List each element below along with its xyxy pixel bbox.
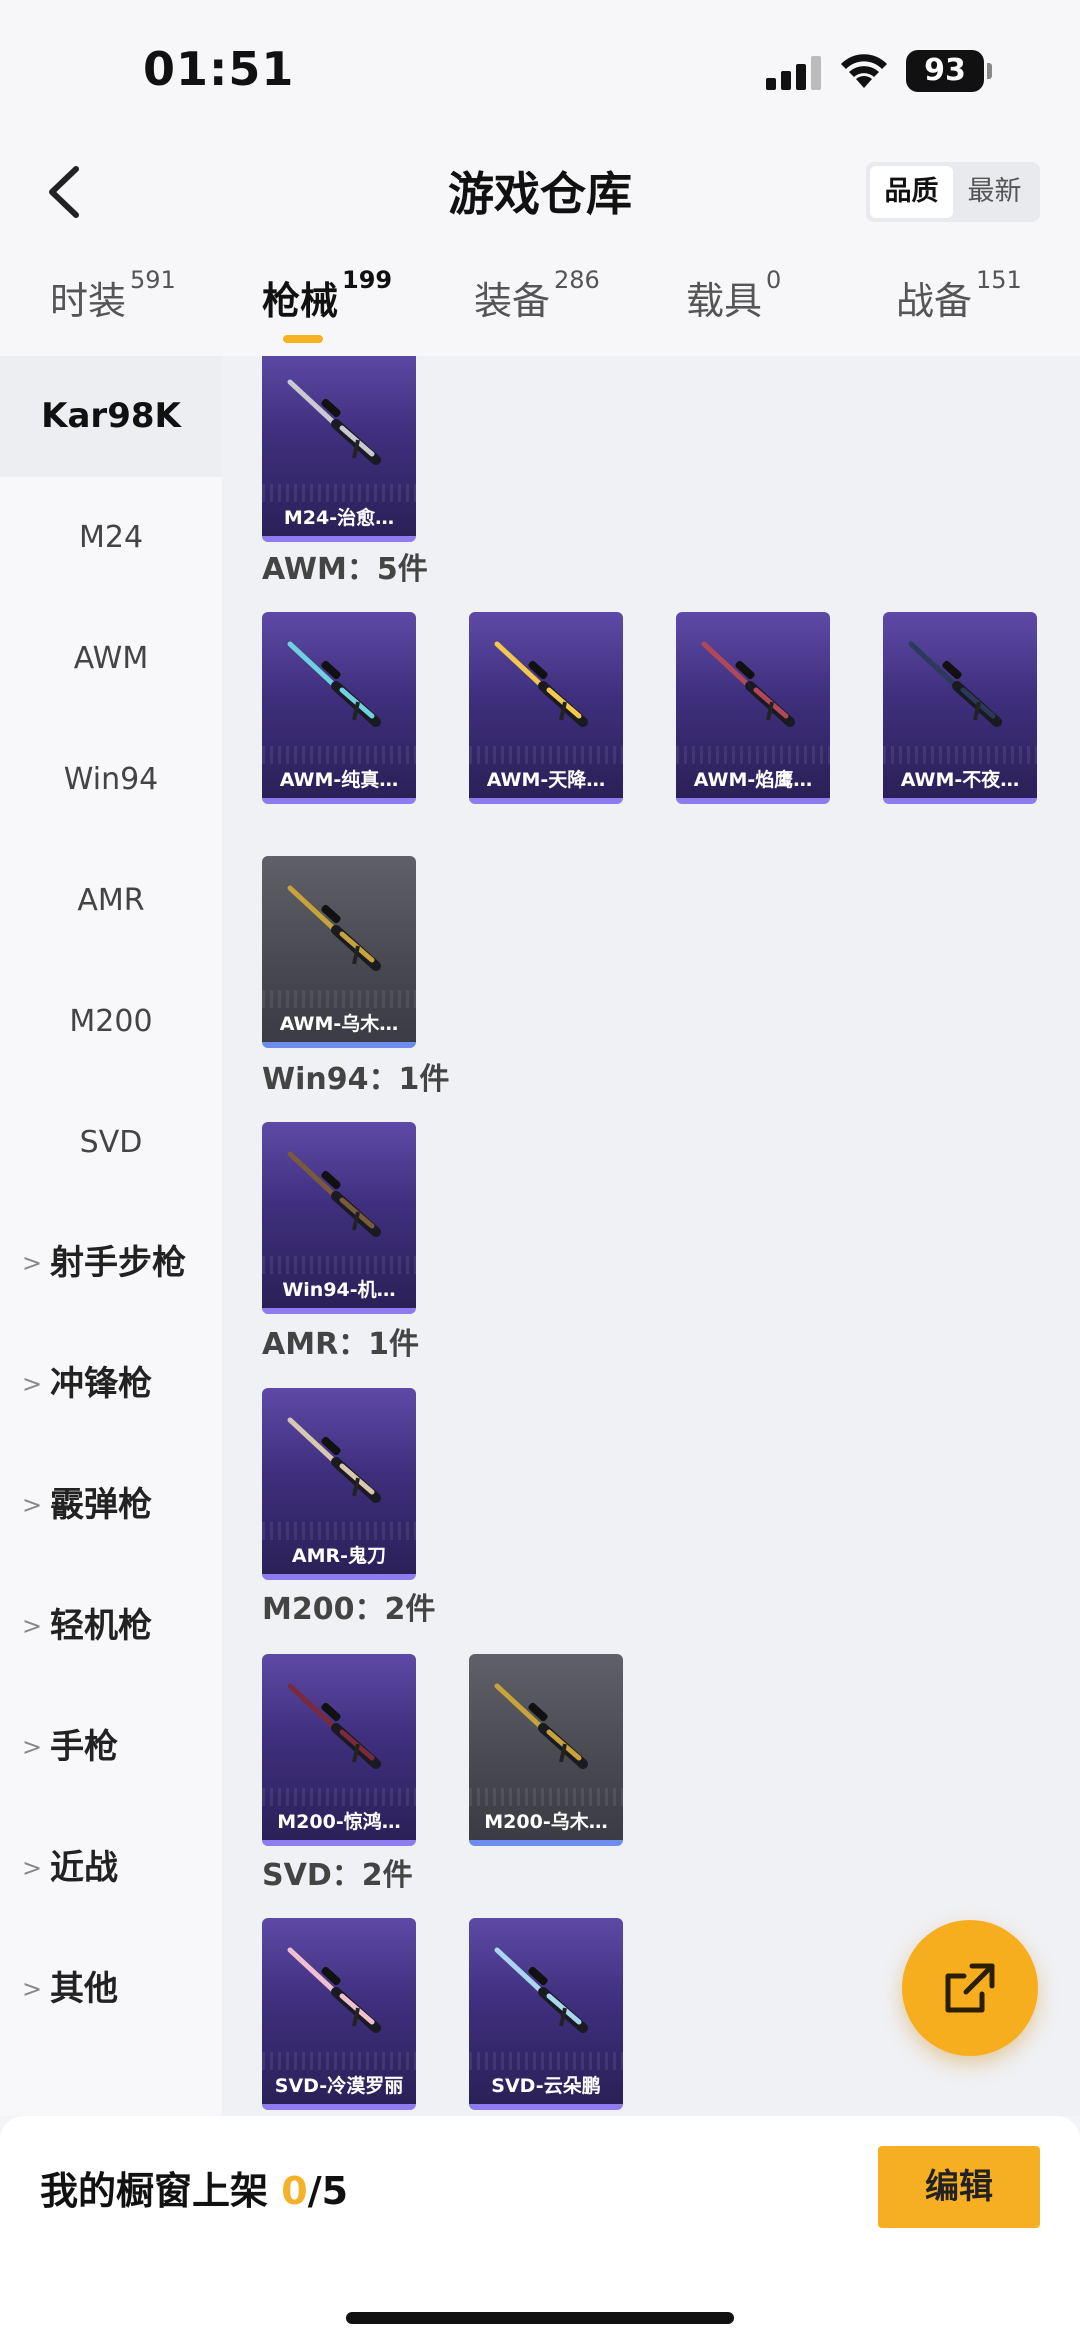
rifle-icon xyxy=(494,1683,588,1769)
weapon-skin-name: AWM-天降… xyxy=(486,769,606,791)
weapon-skin-card[interactable]: Win94-机… xyxy=(262,1122,416,1314)
rifle-icon xyxy=(701,641,795,727)
sidebar-item-awm[interactable]: AWM xyxy=(0,598,222,719)
card-pattern xyxy=(262,1256,416,1274)
inventory-grid: M24-治愈… AWM：5件 AWM-纯真… AWM-天降… AWM-焰鹰… AWM-不夜… xyxy=(222,356,1080,2116)
rifle-icon xyxy=(287,885,381,971)
weapon-skin-card[interactable]: AWM-天降… xyxy=(469,612,623,804)
chevron-right-icon: > xyxy=(22,1491,43,1519)
rifle-icon xyxy=(494,641,588,727)
sidebar: Kar98K M24 AWM Win94 AMR M200 SVD > 射手步枪 … xyxy=(0,356,222,2116)
battery-icon: 93 xyxy=(906,50,992,92)
card-pattern xyxy=(469,2052,623,2070)
card-pattern xyxy=(262,1788,416,1806)
weapon-skin-name: AWM-焰鹰… xyxy=(693,769,813,791)
active-tab-indicator xyxy=(283,335,323,343)
chevron-right-icon: > xyxy=(22,1975,43,2003)
chevron-right-icon: > xyxy=(22,1612,43,1640)
sidebar-item-m200[interactable]: M200 xyxy=(0,961,222,1082)
sidebar-item-m24[interactable]: M24 xyxy=(0,477,222,598)
rifle-icon xyxy=(287,1683,381,1769)
sidebar-group-lmg[interactable]: > 轻机枪 xyxy=(0,1566,222,1687)
card-pattern xyxy=(883,746,1037,764)
tab-equipment[interactable]: 装备 286 xyxy=(474,266,600,325)
tab-supplies[interactable]: 战备 151 xyxy=(896,266,1022,325)
share-button[interactable] xyxy=(902,1920,1038,2056)
card-pattern xyxy=(262,990,416,1008)
cellular-signal-icon xyxy=(766,56,822,90)
rifle-icon xyxy=(908,641,1002,727)
sidebar-item-svd[interactable]: SVD xyxy=(0,1082,222,1203)
sidebar-group-other[interactable]: > 其他 xyxy=(0,1929,222,2050)
card-pattern xyxy=(262,484,416,502)
weapon-skin-name: SVD-云朵鹏 xyxy=(491,2075,601,2097)
weapon-skin-card[interactable]: SVD-云朵鹏 xyxy=(469,1918,623,2110)
showcase-status: 我的橱窗上架 0/5 xyxy=(40,2169,349,2213)
tab-guns[interactable]: 枪械 199 xyxy=(262,266,392,325)
weapon-skin-name: AWM-不夜… xyxy=(900,769,1020,791)
chevron-right-icon: > xyxy=(22,1854,43,1882)
home-indicator xyxy=(346,2312,734,2324)
sidebar-group-shotgun[interactable]: > 霰弹枪 xyxy=(0,1445,222,1566)
card-pattern xyxy=(469,746,623,764)
rifle-icon xyxy=(287,1151,381,1237)
rifle-icon xyxy=(494,1947,588,2033)
section-label: M200：2件 xyxy=(262,1592,436,1627)
weapon-skin-name: M200-乌木… xyxy=(484,1811,608,1833)
weapon-skin-card[interactable]: M200-惊鸿… xyxy=(262,1654,416,1846)
sidebar-group-pistol[interactable]: > 手枪 xyxy=(0,1687,222,1808)
sidebar-group-smg[interactable]: > 冲锋枪 xyxy=(0,1324,222,1445)
card-pattern xyxy=(262,1522,416,1540)
sidebar-group-marksman[interactable]: > 射手步枪 xyxy=(0,1203,222,1324)
share-icon xyxy=(945,1963,995,2013)
weapon-skin-name: AWM-乌木… xyxy=(279,1013,399,1035)
weapon-skin-card[interactable]: AWM-焰鹰… xyxy=(676,612,830,804)
sidebar-item-kar98k[interactable]: Kar98K xyxy=(0,356,222,477)
section-label: SVD：2件 xyxy=(262,1858,413,1893)
section-label: Win94：1件 xyxy=(262,1062,450,1097)
weapon-skin-name: AWM-纯真… xyxy=(279,769,399,791)
card-pattern xyxy=(262,746,416,764)
weapon-skin-card[interactable]: M24-治愈… xyxy=(262,356,416,542)
section-label: AWM：5件 xyxy=(262,552,428,587)
edit-button[interactable]: 编辑 xyxy=(878,2146,1040,2228)
weapon-skin-name: AMR-鬼刀 xyxy=(291,1545,387,1567)
weapon-skin-card[interactable]: M200-乌木… xyxy=(469,1654,623,1846)
category-tabs: 时装 591 枪械 199 装备 286 载具 0 战备 151 xyxy=(0,266,1080,360)
weapon-skin-name: Win94-机… xyxy=(282,1279,396,1301)
status-bar: 01:51 93 xyxy=(0,0,1080,140)
rifle-icon xyxy=(287,641,381,727)
card-pattern xyxy=(262,2052,416,2070)
bottom-bar: 我的橱窗上架 0/5 编辑 xyxy=(0,2116,1080,2341)
sort-quality-button[interactable]: 品质 xyxy=(870,166,953,218)
weapon-skin-card[interactable]: SVD-冷漠罗丽 xyxy=(262,1918,416,2110)
weapon-skin-card[interactable]: AWM-不夜… xyxy=(883,612,1037,804)
tab-vehicles[interactable]: 载具 0 xyxy=(686,266,781,325)
chevron-right-icon: > xyxy=(22,1370,43,1398)
chevron-right-icon: > xyxy=(22,1733,43,1761)
sidebar-item-amr[interactable]: AMR xyxy=(0,840,222,961)
wifi-icon xyxy=(841,54,887,88)
weapon-skin-name: SVD-冷漠罗丽 xyxy=(274,2075,404,2097)
sort-toggle[interactable]: 品质 最新 xyxy=(866,162,1040,222)
status-time: 01:51 xyxy=(143,42,295,96)
weapon-skin-card[interactable]: AWM-乌木… xyxy=(262,856,416,1048)
card-pattern xyxy=(676,746,830,764)
weapon-skin-card[interactable]: AWM-纯真… xyxy=(262,612,416,804)
weapon-skin-name: M200-惊鸿… xyxy=(277,1811,401,1833)
section-label: AMR：1件 xyxy=(262,1327,420,1362)
chevron-right-icon: > xyxy=(22,1249,43,1277)
sidebar-group-melee[interactable]: > 近战 xyxy=(0,1808,222,1929)
weapon-skin-card[interactable]: AMR-鬼刀 xyxy=(262,1388,416,1580)
card-pattern xyxy=(469,1788,623,1806)
sort-newest-button[interactable]: 最新 xyxy=(953,166,1036,218)
rifle-icon xyxy=(287,379,381,465)
rifle-icon xyxy=(287,1417,381,1503)
weapon-skin-name: M24-治愈… xyxy=(283,507,395,529)
rifle-icon xyxy=(287,1947,381,2033)
sidebar-item-win94[interactable]: Win94 xyxy=(0,719,222,840)
tab-fashion[interactable]: 时装 591 xyxy=(50,266,176,325)
